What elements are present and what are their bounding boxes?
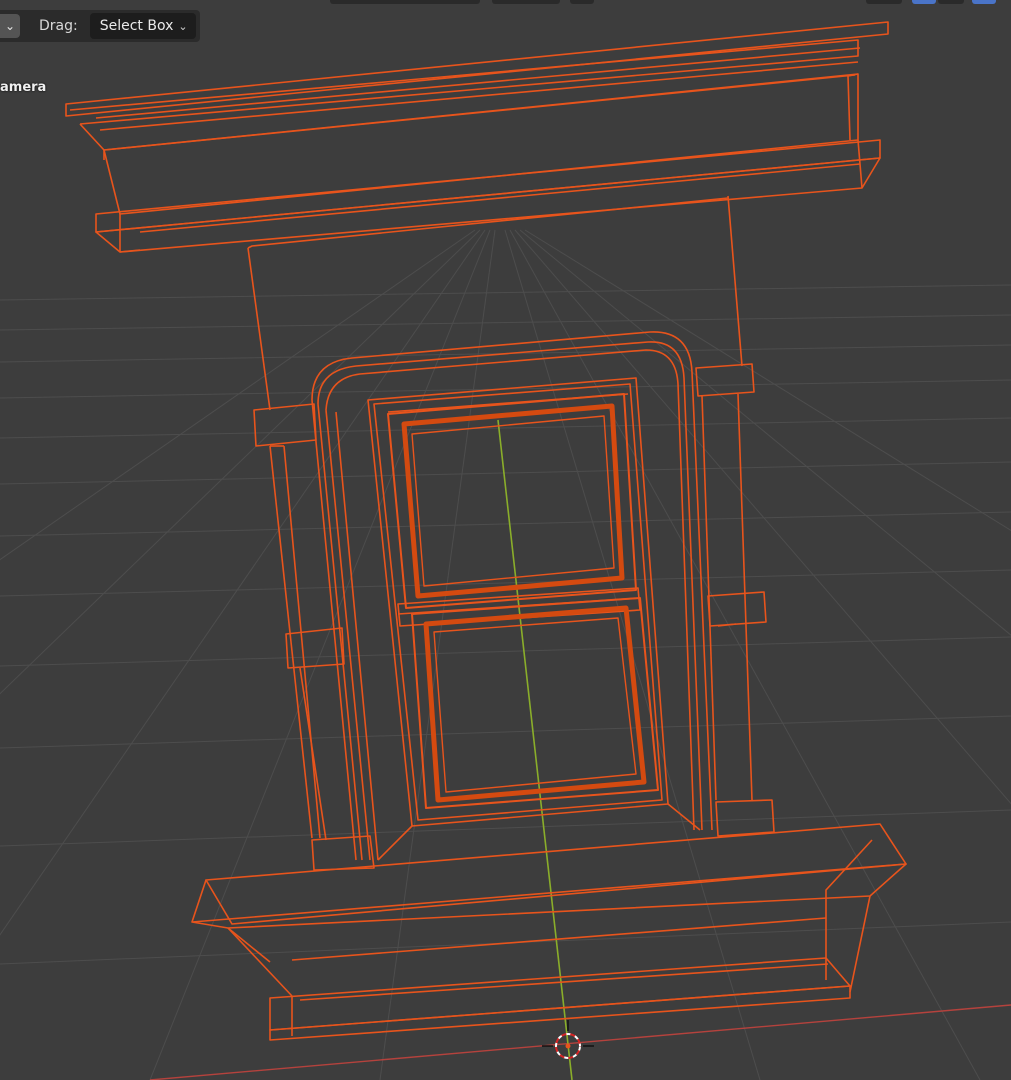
header-widget-stub[interactable] (938, 0, 964, 4)
header-widget-stub[interactable] (492, 0, 560, 4)
chevron-down-icon[interactable]: ⌄ (0, 14, 20, 38)
chevron-down-icon: ⌄ (178, 19, 188, 33)
view-name-label: amera (0, 80, 47, 95)
grid-floor (0, 229, 1011, 1080)
header-widget-stub[interactable] (330, 0, 480, 4)
drag-label: Drag: (39, 18, 78, 34)
header-toggle-active[interactable] (972, 0, 996, 4)
header-toggle-active[interactable] (912, 0, 936, 4)
drag-select-dropdown[interactable]: Select Box ⌄ (89, 13, 196, 39)
drag-select-value: Select Box (99, 18, 174, 34)
header-widget-stub[interactable] (866, 0, 902, 4)
3d-viewport[interactable]: ⌄ Drag: Select Box ⌄ amera (0, 0, 1011, 1080)
tool-settings-header: ⌄ Drag: Select Box ⌄ (0, 10, 200, 42)
scene-canvas[interactable] (0, 0, 1011, 1080)
header-widget-stub[interactable] (570, 0, 594, 4)
